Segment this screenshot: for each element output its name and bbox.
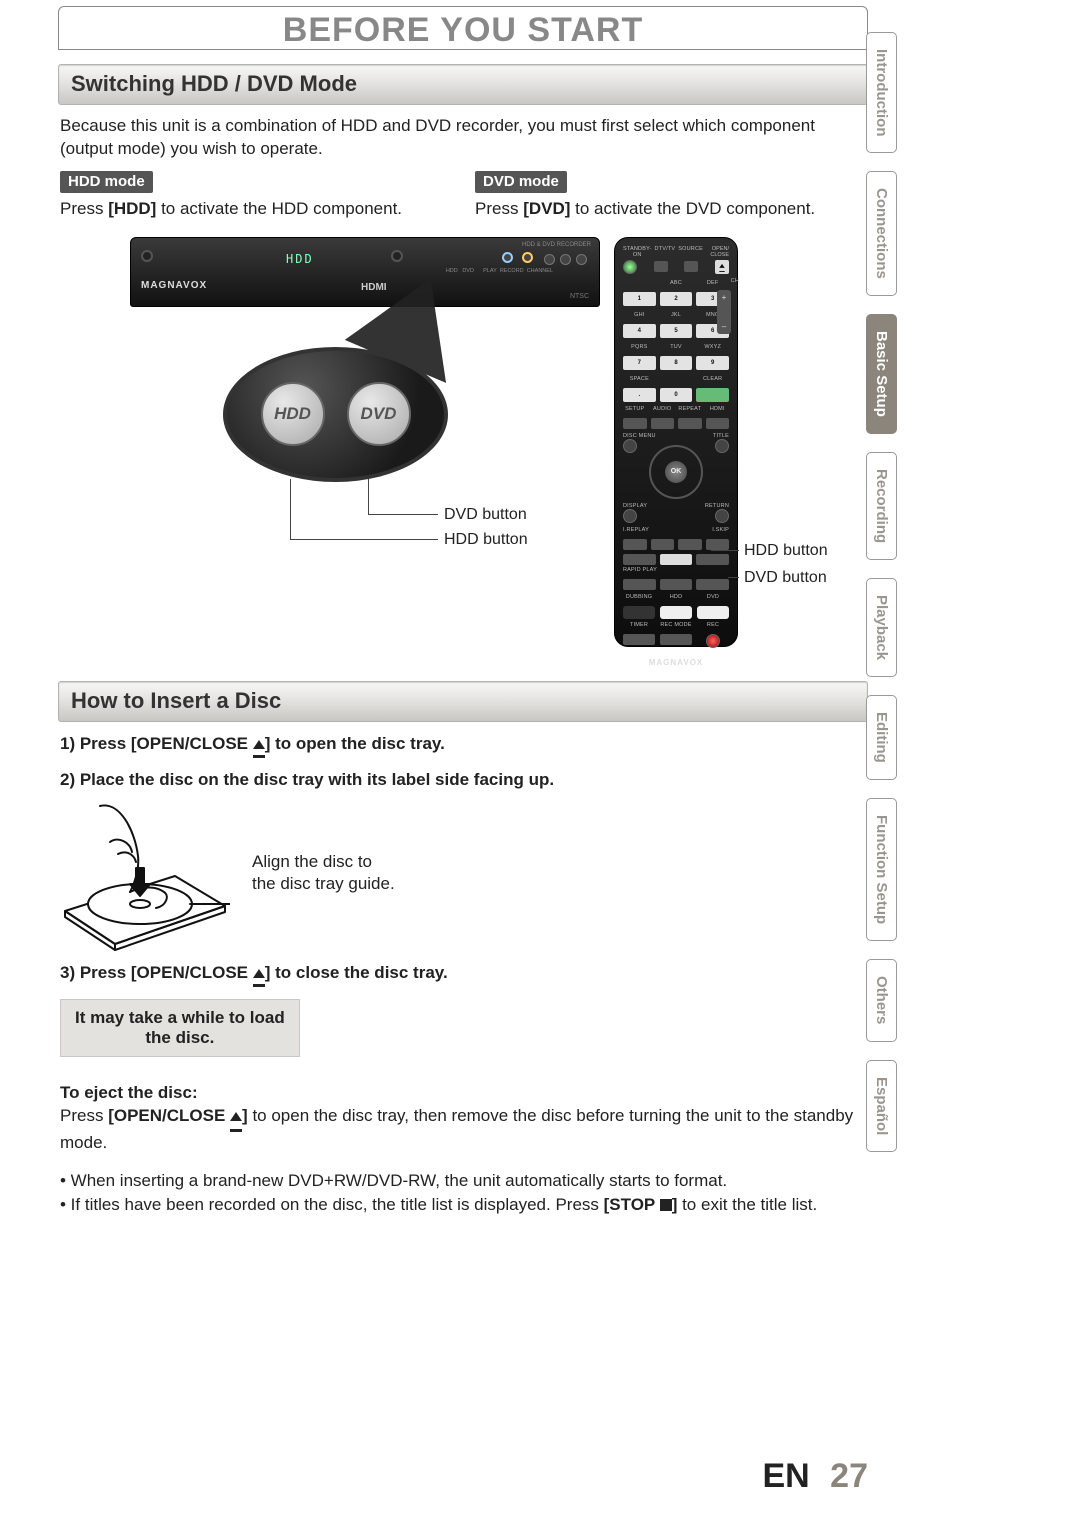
remote-brand: MAGNAVOX <box>623 658 729 667</box>
eject-instruction: Press [OPEN/CLOSE ] to open the disc tra… <box>60 1105 866 1155</box>
loading-notice: It may take a while to load the disc. <box>60 999 300 1057</box>
page-footer: EN 27 <box>58 1457 868 1496</box>
hdd-button-zoom: HDD <box>261 382 325 446</box>
eject-heading: To eject the disc: <box>60 1083 866 1103</box>
remote-control: STANDBY-ON DTV/TV SOURCE OPEN/ CLOSE ABC… <box>614 237 738 647</box>
hdd-mode-instruction: Press [HDD] to activate the HDD componen… <box>60 199 451 219</box>
tab-introduction[interactable]: Introduction <box>866 32 897 153</box>
intro-text: Because this unit is a combination of HD… <box>60 115 866 161</box>
callout-remote-dvd: DVD button <box>744 569 827 587</box>
section-heading-insert-disc: How to Insert a Disc <box>58 681 868 722</box>
stop-icon <box>660 1199 672 1211</box>
page-title: BEFORE YOU START <box>74 11 852 50</box>
remote-ok-button: OK <box>665 461 687 483</box>
side-tabs: Introduction Connections Basic Setup Rec… <box>866 32 910 1170</box>
note-2: • If titles have been recorded on the di… <box>60 1193 866 1218</box>
step-3: 3) Press [OPEN/CLOSE ] to close the disc… <box>60 963 866 987</box>
note-1: • When inserting a brand-new DVD+RW/DVD-… <box>60 1169 866 1194</box>
zoom-callout: HDD DVD <box>223 347 448 482</box>
eject-icon <box>253 734 265 758</box>
tab-function-setup[interactable]: Function Setup <box>866 798 897 941</box>
callout-dvd-button: DVD button <box>444 506 527 524</box>
dvd-button-zoom: DVD <box>347 382 411 446</box>
page-number: 27 <box>830 1457 868 1495</box>
callout-remote-hdd: HDD button <box>744 542 828 560</box>
tab-recording[interactable]: Recording <box>866 452 897 560</box>
callout-hdd-button: HDD button <box>444 531 528 549</box>
step-2: 2) Place the disc on the disc tray with … <box>60 770 866 790</box>
dvd-mode-chip: DVD mode <box>475 171 567 193</box>
tab-playback[interactable]: Playback <box>866 578 897 677</box>
disc-tray-illustration: Align the disc to the disc tray guide. <box>60 796 866 951</box>
tab-basic-setup[interactable]: Basic Setup <box>866 314 897 434</box>
section-heading-switching-mode: Switching HDD / DVD Mode <box>58 64 868 105</box>
align-disc-caption: Align the disc to the disc tray guide. <box>252 851 395 895</box>
tab-connections[interactable]: Connections <box>866 171 897 296</box>
notes-list: • When inserting a brand-new DVD+RW/DVD-… <box>60 1169 866 1218</box>
eject-icon <box>253 963 265 987</box>
tab-espanol[interactable]: Español <box>866 1060 897 1152</box>
dvd-mode-instruction: Press [DVD] to activate the DVD componen… <box>475 199 866 219</box>
eject-icon <box>230 1105 242 1132</box>
remote-hdd-button <box>660 606 692 619</box>
device-brand: MAGNAVOX <box>141 280 207 291</box>
hdd-mode-chip: HDD mode <box>60 171 153 193</box>
open-close-label: OPEN/ CLOSE <box>703 246 729 258</box>
device-remote-illustration: HDD MAGNAVOX HDMI HDD & DVD RECORDER HDD… <box>58 227 868 657</box>
step-1: 1) Press [OPEN/CLOSE ] to open the disc … <box>60 734 866 758</box>
tab-others[interactable]: Others <box>866 959 897 1041</box>
tab-editing[interactable]: Editing <box>866 695 897 780</box>
language-code: EN <box>762 1457 809 1495</box>
remote-dvd-button <box>697 606 729 619</box>
